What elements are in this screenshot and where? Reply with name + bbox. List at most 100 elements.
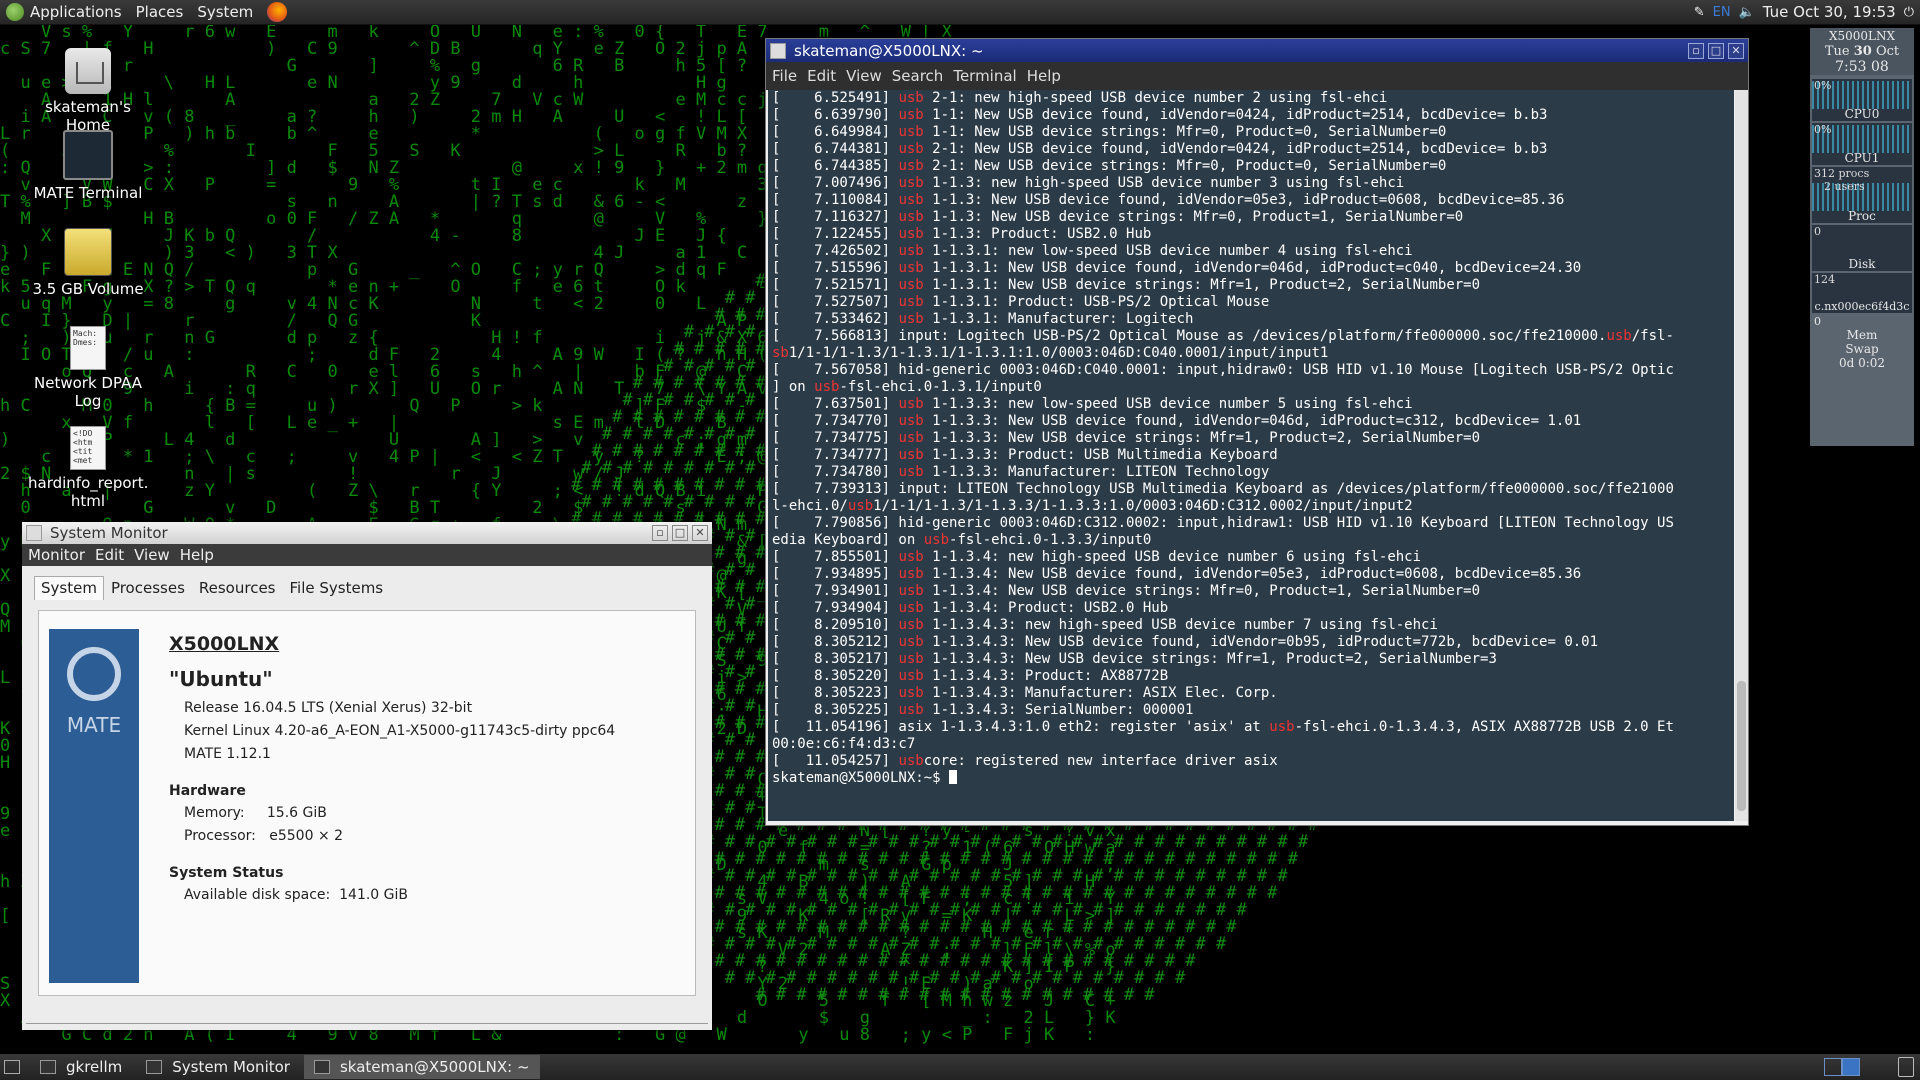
scrollbar-thumb[interactable] [1737, 681, 1746, 811]
gk-net-chart[interactable]: 124 c.nx000ec6f4d3c [1812, 273, 1912, 313]
menu-view[interactable]: View [134, 546, 170, 564]
workspace-1[interactable] [1824, 1058, 1842, 1076]
terminal-line: [ 11.054257] usbcore: registered new int… [772, 753, 1278, 769]
network-icon[interactable]: ✎ [1694, 5, 1705, 20]
menu-help[interactable]: Help [1027, 67, 1061, 85]
desktop-icon-terminal[interactable]: MATE Terminal [28, 130, 148, 202]
menu-view[interactable]: View [846, 67, 882, 85]
terminal-prompt[interactable]: skateman@X5000LNX:~$ [772, 770, 1734, 787]
system-monitor-window: System Monitor ▫ □ ✕ Monitor Edit View H… [22, 522, 712, 1030]
taskbar-label: gkrellm [66, 1058, 123, 1076]
workspace-switcher[interactable] [1824, 1058, 1860, 1076]
terminal-line: 00:0e:c6:f4:d3:c7 [772, 736, 916, 752]
system-monitor-menubar: Monitor Edit View Help [22, 544, 712, 566]
gk-swap-label: Swap [1845, 342, 1879, 356]
workspace-2[interactable] [1842, 1058, 1860, 1076]
terminal-line: sb1/1-1/1-1.3/1-1.3.1/1-1.3.1:1.0/0003:0… [772, 345, 1329, 361]
taskbar-item-terminal[interactable]: skateman@X5000LNX: ~ [303, 1055, 540, 1079]
maximize-button[interactable]: □ [672, 525, 688, 541]
desktop-icon-network-log[interactable]: Mach: Dmes: Network DPAA Log [28, 326, 148, 410]
applications-menu[interactable]: Applications [30, 3, 122, 21]
firefox-launcher-icon[interactable] [267, 2, 288, 22]
menu-monitor[interactable]: Monitor [28, 546, 85, 564]
window-title: System Monitor [50, 524, 168, 542]
gk-disk-value: 0 [1814, 225, 1821, 238]
terminal-window: skateman@X5000LNX: ~ ▫ □ ✕ File Edit Vie… [765, 38, 1749, 826]
system-monitor-titlebar[interactable]: System Monitor ▫ □ ✕ [22, 522, 712, 544]
drive-icon [64, 228, 112, 276]
terminal-scrollbar[interactable] [1735, 90, 1748, 821]
gk-disk-chart[interactable]: 0 Disk [1812, 225, 1912, 271]
terminal-line: [ 11.054196] asix 1-1.3.4.3:1.0 eth2: re… [772, 719, 1674, 735]
minimize-button[interactable]: ▫ [1688, 42, 1704, 59]
terminal-line: [ 7.567058] hid-generic 0003:046D:C040.0… [772, 362, 1674, 378]
menu-terminal[interactable]: Terminal [953, 67, 1016, 85]
tab-system[interactable]: System [34, 576, 104, 600]
maximize-button[interactable]: □ [1708, 42, 1724, 59]
gk-cpu1-chart[interactable]: 0% CPU1 [1812, 123, 1912, 165]
menu-search[interactable]: Search [892, 67, 944, 85]
keyboard-layout-indicator[interactable]: EN [1713, 5, 1731, 20]
terminal-line: [ 7.934901] usb 1-1.3.4: New USB device … [772, 583, 1481, 599]
terminal-line: [ 6.744381] usb 2-1: New USB device foun… [772, 141, 1548, 157]
menu-help[interactable]: Help [180, 546, 214, 564]
shutdown-icon[interactable]: ⏻ [1904, 5, 1914, 20]
tab-processes[interactable]: Processes [104, 576, 192, 600]
desktop-icon-home[interactable]: skateman's Home [28, 48, 148, 134]
gk-cpu1-label: CPU1 [1844, 151, 1880, 165]
html-file-icon: <!DO <htm <tit <met [70, 426, 106, 470]
terminal-line: [ 6.744385] usb 2-1: New USB device stri… [772, 158, 1447, 174]
terminal-line: [ 7.521571] usb 1-1.3.1: New USB device … [772, 277, 1481, 293]
terminal-output[interactable]: [ 6.525491] usb 2-1: new high-speed USB … [768, 90, 1734, 821]
terminal-titlebar[interactable]: skateman@X5000LNX: ~ ▫ □ ✕ [766, 39, 1748, 62]
menu-edit[interactable]: Edit [95, 546, 124, 564]
terminal-menubar: File Edit View Search Terminal Help [766, 62, 1748, 90]
release-info: Release 16.04.5 LTS (Xenial Xerus) 32-bi… [184, 700, 473, 716]
system-status-heading: System Status [169, 865, 284, 881]
taskbar-item-system-monitor[interactable]: System Monitor [136, 1055, 300, 1079]
desktop-icon-hardinfo[interactable]: <!DO <htm <tit <met hardinfo_report. htm… [28, 426, 148, 510]
gk-cpu0-chart[interactable]: 0% CPU0 [1812, 79, 1912, 121]
gk-proc-chart[interactable]: 312 procs 2 users Proc [1812, 167, 1912, 223]
terminal-line: [ 8.305217] usb 1-1.3.4.3: New USB devic… [772, 651, 1497, 667]
minimize-button[interactable]: ▫ [652, 525, 668, 541]
menu-edit[interactable]: Edit [807, 67, 836, 85]
mate-menu-icon[interactable] [6, 3, 24, 21]
system-menu[interactable]: System [197, 3, 253, 21]
terminal-line: [ 8.209510] usb 1-1.3.4.3: new high-spee… [772, 617, 1438, 633]
close-button[interactable]: ✕ [1728, 42, 1744, 59]
gk-cpu1-percent: 0% [1814, 123, 1832, 136]
gk-net-value: 124 [1814, 273, 1835, 286]
gk-net-zero: 0 [1814, 315, 1821, 328]
menu-file[interactable]: File [772, 67, 797, 85]
terminal-line: [ 6.525491] usb 2-1: new high-speed USB … [772, 90, 1388, 106]
top-panel: Applications Places System ✎ EN 🔈 Tue Oc… [0, 0, 1920, 25]
terminal-line: [ 7.790856] hid-generic 0003:046D:C312.0… [772, 515, 1674, 531]
terminal-line: [ 7.934895] usb 1-1.3.4: New USB device … [772, 566, 1582, 582]
taskbar-item-gkrellm[interactable]: gkrellm [30, 1055, 132, 1079]
tab-resources[interactable]: Resources [192, 576, 283, 600]
trash-icon[interactable] [1898, 1057, 1914, 1077]
hostname: X5000LNX [169, 633, 280, 655]
panel-clock[interactable]: Tue Oct 30, 19:53 [1763, 3, 1896, 21]
terminal-line: [ 8.305220] usb 1-1.3.4.3: Product: AX88… [772, 668, 1169, 684]
window-title: skateman@X5000LNX: ~ [794, 41, 984, 60]
gk-clock: 7:53 08 [1810, 59, 1914, 75]
desktop-icon-volume[interactable]: 3.5 GB Volume [28, 228, 148, 298]
mate-logo-text: MATE [66, 713, 122, 737]
terminal-line: [ 7.734775] usb 1-1.3.3: New USB device … [772, 430, 1481, 446]
tab-file-systems[interactable]: File Systems [283, 576, 391, 600]
kernel-info: Kernel Linux 4.20-a6_A-EON_A1-X5000-g117… [184, 723, 616, 739]
show-desktop-button[interactable] [4, 1060, 20, 1074]
mate-logo: MATE [49, 629, 139, 983]
gk-disk-label: Disk [1848, 257, 1876, 271]
terminal-line: [ 7.934904] usb 1-1.3.4: Product: USB2.0… [772, 600, 1169, 616]
places-menu[interactable]: Places [136, 3, 184, 21]
gk-cpu0-label: CPU0 [1844, 107, 1880, 121]
close-button[interactable]: ✕ [692, 525, 708, 541]
desktop-icon-label: hardinfo_report. html [28, 474, 149, 510]
gk-mem-label: Mem [1846, 328, 1878, 342]
terminal-line: [ 7.116327] usb 1-1.3: New USB device st… [772, 209, 1464, 225]
volume-icon[interactable]: 🔈 [1739, 5, 1755, 20]
terminal-line: [ 6.649984] usb 1-1: New USB device stri… [772, 124, 1447, 140]
